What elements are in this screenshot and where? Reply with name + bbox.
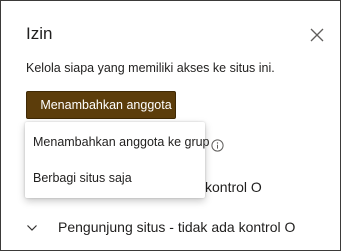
permissions-panel: Izin Kelola siapa yang memiliki akses ke… — [0, 0, 341, 251]
chevron-down-icon[interactable] — [26, 220, 38, 231]
close-icon[interactable] — [307, 25, 327, 45]
info-icon[interactable] — [211, 139, 224, 152]
menu-item-add-to-group[interactable]: Menambahkan anggota ke grup — [33, 134, 210, 150]
panel-description: Kelola siapa yang memiliki akses ke situ… — [26, 61, 275, 75]
add-members-menu: Menambahkan anggota ke grup Berbagi situ… — [25, 122, 210, 198]
panel-title: Izin — [26, 24, 53, 43]
group-row-members-partial: kontrol O — [205, 179, 262, 195]
menu-item-share-site-only[interactable]: Berbagi situs saja — [33, 170, 132, 186]
group-row-visitors[interactable]: Pengunjung situs - tidak ada kontrol O — [58, 218, 295, 236]
add-members-button[interactable]: Menambahkan anggota — [26, 91, 176, 119]
